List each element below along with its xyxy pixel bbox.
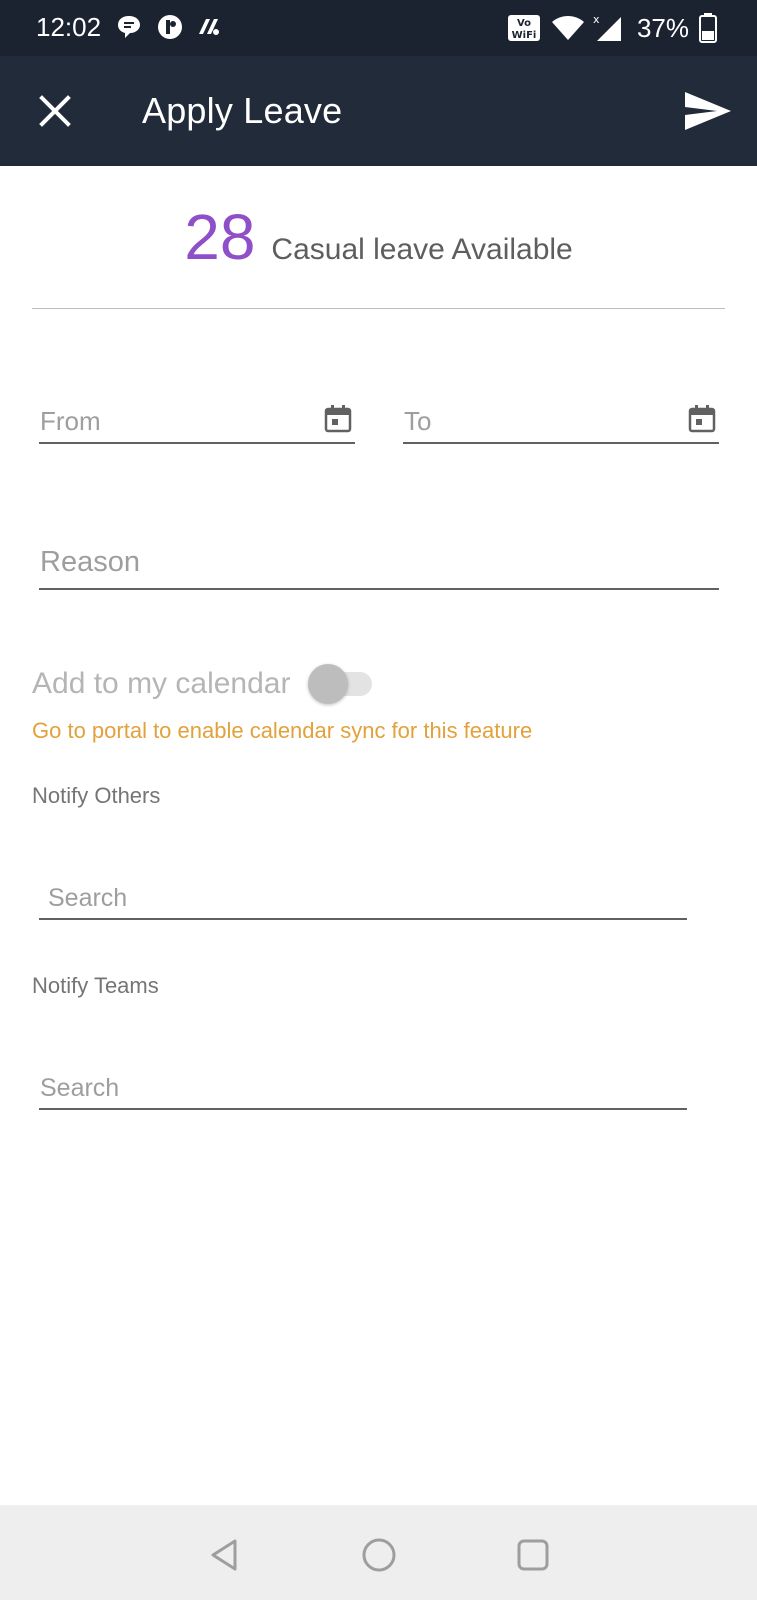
status-bar: 12:02 Vo WiFi x 37%	[0, 0, 757, 56]
svg-text:Vo: Vo	[517, 18, 531, 29]
notify-others-search-input[interactable]: Search	[39, 876, 687, 920]
system-nav-bar	[0, 1505, 757, 1600]
calendar-sync-note: Go to portal to enable calendar sync for…	[32, 718, 533, 743]
back-icon[interactable]	[205, 1535, 245, 1575]
calendar-icon[interactable]	[687, 404, 717, 434]
status-right-cluster: Vo WiFi x 37%	[507, 12, 717, 44]
app-bar: Apply Leave	[0, 56, 757, 166]
status-time: 12:02	[36, 12, 102, 42]
from-date-placeholder: From	[40, 406, 101, 436]
leave-summary: 28 Casual leave Available	[0, 200, 757, 273]
add-to-calendar-row: Add to my calendar	[32, 660, 374, 708]
battery-percent: 37%	[636, 12, 689, 43]
toggle-thumb	[308, 664, 349, 704]
notify-teams-search-input[interactable]: Search	[39, 1066, 687, 1110]
to-date-placeholder: To	[404, 406, 432, 436]
cell-signal-icon: x	[593, 13, 621, 41]
notify-others-label: Notify Others	[32, 783, 161, 808]
vowifi-icon: Vo WiFi	[507, 15, 540, 41]
svg-text:x: x	[593, 13, 600, 26]
page-title: Apply Leave	[142, 90, 343, 131]
notify-teams-search-placeholder: Search	[40, 1074, 120, 1102]
notify-others-search-placeholder: Search	[48, 884, 128, 912]
reason-placeholder: Reason	[40, 546, 140, 578]
wifi-icon	[551, 16, 584, 40]
add-to-calendar-label: Add to my calendar	[32, 667, 291, 700]
recents-icon[interactable]	[513, 1535, 553, 1575]
to-date-field[interactable]: To	[403, 398, 719, 444]
home-icon[interactable]	[359, 1535, 399, 1575]
svg-text:WiFi: WiFi	[512, 30, 537, 41]
battery-icon	[699, 13, 717, 43]
app-badge-icon	[158, 15, 182, 39]
app-logo-icon	[199, 19, 219, 35]
leave-count: 28	[184, 201, 256, 273]
from-date-field[interactable]: From	[39, 398, 355, 444]
divider	[32, 308, 725, 309]
close-icon[interactable]	[30, 86, 80, 136]
add-to-calendar-toggle[interactable]	[308, 660, 374, 708]
leave-type-label: Casual leave Available	[271, 233, 573, 266]
send-icon[interactable]	[681, 84, 735, 138]
calendar-icon[interactable]	[323, 404, 353, 434]
chat-bubble-icon	[118, 16, 140, 38]
reason-input[interactable]: Reason	[39, 538, 719, 590]
notify-teams-label: Notify Teams	[32, 973, 159, 998]
